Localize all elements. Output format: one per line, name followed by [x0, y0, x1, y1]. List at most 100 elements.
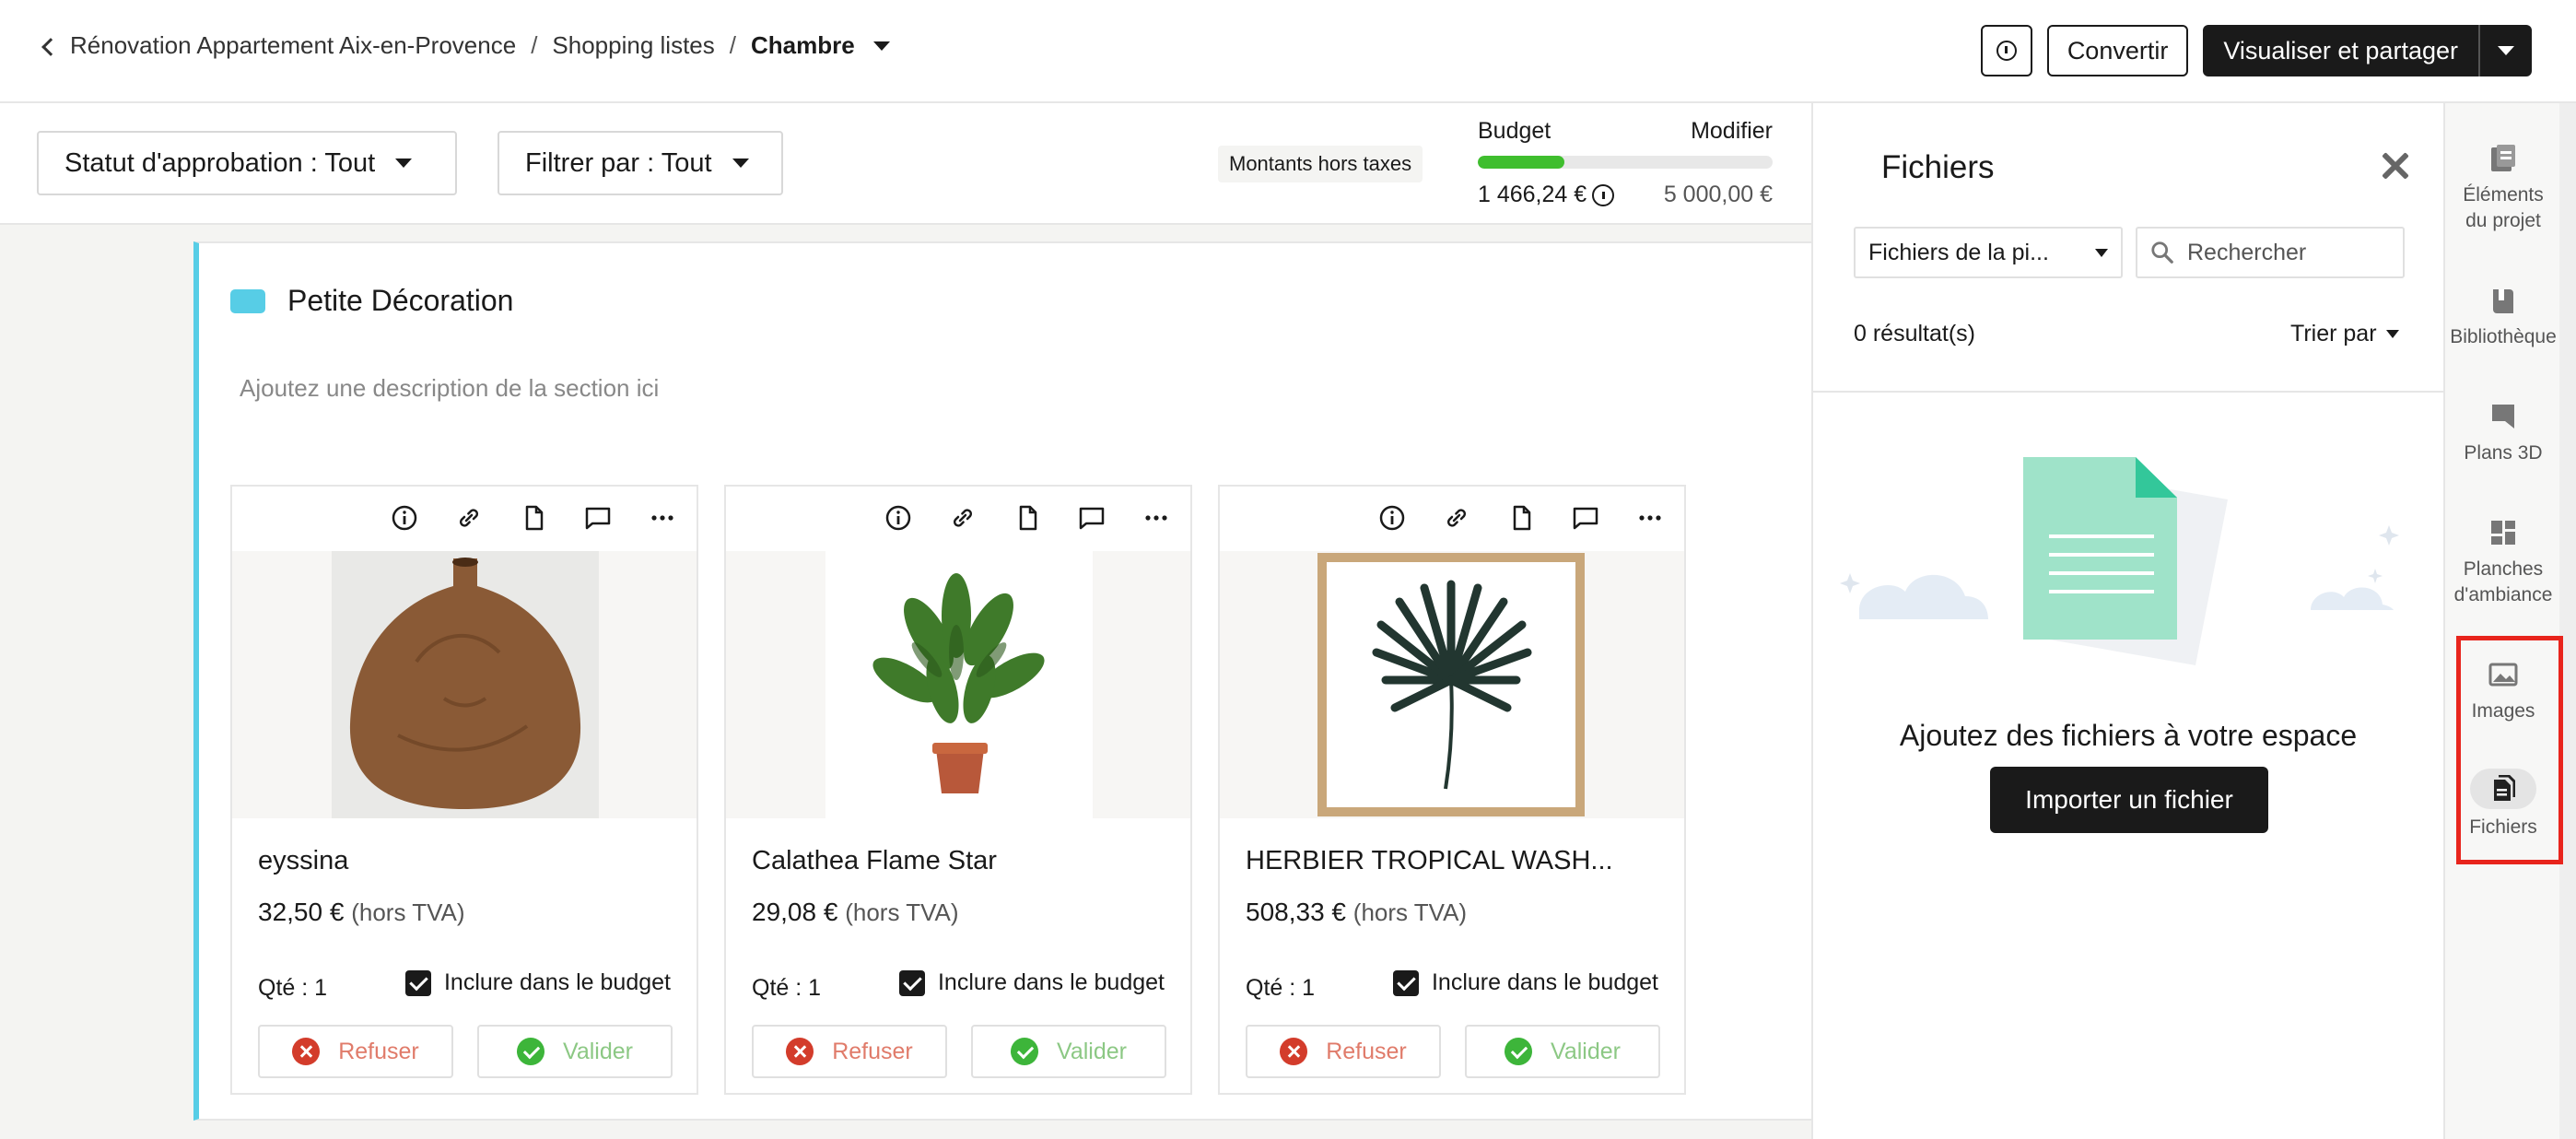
include-budget-checkbox[interactable]: Inclure dans le budget: [898, 969, 1165, 996]
product-price: 29,08 € (hors TVA): [752, 898, 959, 926]
validate-button[interactable]: Valider: [477, 1025, 673, 1078]
sidebar-item-moodboards[interactable]: Planches d'ambiance: [2445, 514, 2561, 608]
chevron-down-icon: [2095, 248, 2108, 257]
approval-filter[interactable]: Statut d'approbation : Tout: [37, 131, 457, 195]
breadcrumb-project[interactable]: Rénovation Appartement Aix-en-Provence: [70, 31, 516, 60]
convert-button[interactable]: Convertir: [2046, 25, 2189, 76]
file-icon[interactable]: [1505, 502, 1537, 534]
sidebar-item-project-items[interactable]: Éléments du projet: [2445, 140, 2561, 234]
top-actions: Convertir Visualiser et partager: [1980, 25, 2532, 76]
card-toolbar: [883, 499, 1172, 536]
file-icon[interactable]: [518, 502, 549, 534]
checkbox-checked-icon[interactable]: [898, 969, 925, 996]
info-button[interactable]: [1980, 25, 2032, 76]
product-name[interactable]: HERBIER TROPICAL WASH...: [1246, 846, 1613, 876]
more-icon[interactable]: [1141, 502, 1172, 534]
filter-bar: Statut d'approbation : Tout Filtrer par …: [0, 103, 1811, 225]
check-circle-icon: [517, 1038, 545, 1065]
section-title[interactable]: Petite Décoration: [287, 284, 513, 318]
chevron-down-icon[interactable]: [872, 41, 890, 51]
section-description[interactable]: Ajoutez une description de la section ic…: [240, 374, 659, 403]
product-quantity[interactable]: Qté : 1: [258, 975, 327, 1002]
more-icon[interactable]: [1634, 502, 1666, 534]
checkbox-checked-icon[interactable]: [404, 969, 431, 996]
product-image[interactable]: [232, 551, 697, 818]
right-sidebar: Éléments du projet Bibliothèque Plans 3D…: [2443, 103, 2559, 1139]
share-dropdown-button[interactable]: [2478, 25, 2532, 76]
search-icon: [2151, 241, 2173, 264]
checkbox-checked-icon[interactable]: [1392, 969, 1419, 996]
link-icon[interactable]: [453, 502, 485, 534]
files-source-select[interactable]: Fichiers de la pi...: [1854, 227, 2123, 278]
info-icon[interactable]: [883, 502, 914, 534]
file-icon[interactable]: [1012, 502, 1043, 534]
refuse-button[interactable]: Refuser: [1246, 1025, 1441, 1078]
budget-progress-fill: [1478, 156, 1564, 169]
product-image[interactable]: [726, 551, 1190, 818]
files-search[interactable]: [2136, 227, 2405, 278]
info-icon[interactable]: [1376, 502, 1408, 534]
comment-icon[interactable]: [1570, 502, 1601, 534]
breadcrumb-room[interactable]: Chambre: [751, 31, 855, 60]
tax-badge: Montants hors taxes: [1218, 146, 1423, 182]
filter-by-label: Filtrer par : Tout: [525, 147, 712, 178]
close-circle-icon: [292, 1038, 321, 1065]
product-price: 508,33 € (hors TVA): [1246, 898, 1468, 926]
validate-button[interactable]: Valider: [971, 1025, 1166, 1078]
files-panel: Fichiers Fichiers de la pi... 0 résultat…: [1811, 103, 2443, 1139]
more-icon[interactable]: [647, 502, 678, 534]
chevron-left-icon[interactable]: [41, 37, 60, 56]
budget-label: Budget: [1478, 118, 1551, 144]
check-circle-icon: [1505, 1038, 1533, 1065]
sidebar-item-plans-3d[interactable]: Plans 3D: [2445, 398, 2561, 466]
sidebar-item-library[interactable]: Bibliothèque: [2445, 282, 2561, 350]
comment-icon[interactable]: [1076, 502, 1107, 534]
images-icon: [2483, 656, 2523, 693]
sidebar-item-files[interactable]: Fichiers: [2445, 769, 2561, 840]
project-items-icon: [2483, 140, 2523, 177]
include-budget-checkbox[interactable]: Inclure dans le budget: [404, 969, 671, 996]
product-quantity[interactable]: Qté : 1: [1246, 975, 1315, 1002]
product-card[interactable]: Calathea Flame Star 29,08 € (hors TVA) Q…: [724, 485, 1192, 1095]
files-icon: [2470, 769, 2536, 809]
card-toolbar: [1376, 499, 1666, 536]
breadcrumb-list[interactable]: Shopping listes: [552, 31, 714, 60]
include-budget-checkbox[interactable]: Inclure dans le budget: [1392, 969, 1658, 996]
product-price: 32,50 € (hors TVA): [258, 898, 465, 926]
sidebar-item-images[interactable]: Images: [2445, 656, 2561, 724]
section-color-swatch[interactable]: [230, 288, 265, 313]
sort-dropdown[interactable]: Trier par: [2290, 321, 2399, 347]
search-input[interactable]: [2187, 239, 2390, 266]
link-icon[interactable]: [1441, 502, 1472, 534]
card-toolbar: [389, 499, 678, 536]
result-count: 0 résultat(s): [1854, 321, 1975, 346]
section-card: Petite Décoration Ajoutez une descriptio…: [193, 241, 1811, 1121]
link-icon[interactable]: [947, 502, 978, 534]
scrollbar[interactable]: [2559, 103, 2576, 1139]
product-quantity[interactable]: Qté : 1: [752, 975, 821, 1002]
refuse-button[interactable]: Refuser: [752, 1025, 947, 1078]
plans-3d-icon: [2483, 398, 2523, 435]
budget-progress-bar: [1478, 156, 1773, 169]
import-file-button[interactable]: Importer un fichier: [1990, 767, 2268, 833]
chevron-down-icon: [732, 159, 749, 168]
check-circle-icon: [1011, 1038, 1039, 1065]
validate-button[interactable]: Valider: [1465, 1025, 1660, 1078]
product-name[interactable]: eyssina: [258, 846, 348, 876]
breadcrumb-separator: /: [531, 31, 538, 59]
filter-by-dropdown[interactable]: Filtrer par : Tout: [498, 131, 783, 195]
info-icon[interactable]: [1592, 184, 1615, 207]
product-card[interactable]: HERBIER TROPICAL WASH... 508,33 € (hors …: [1218, 485, 1686, 1095]
product-card[interactable]: eyssina 32,50 € (hors TVA) Qté : 1 Inclu…: [230, 485, 698, 1095]
info-icon[interactable]: [389, 502, 420, 534]
budget-edit-link[interactable]: Modifier: [1691, 118, 1773, 145]
refuse-button[interactable]: Refuser: [258, 1025, 453, 1078]
comment-icon[interactable]: [582, 502, 614, 534]
budget-widget: Budget Modifier 1 466,24 € 5 000,00 €: [1478, 118, 1773, 208]
share-button[interactable]: Visualiser et partager: [2203, 25, 2478, 76]
close-circle-icon: [1280, 1038, 1308, 1065]
budget-spent: 1 466,24 €: [1478, 182, 1587, 207]
product-image[interactable]: [1220, 551, 1684, 818]
close-icon[interactable]: [2379, 149, 2412, 182]
product-name[interactable]: Calathea Flame Star: [752, 846, 997, 876]
